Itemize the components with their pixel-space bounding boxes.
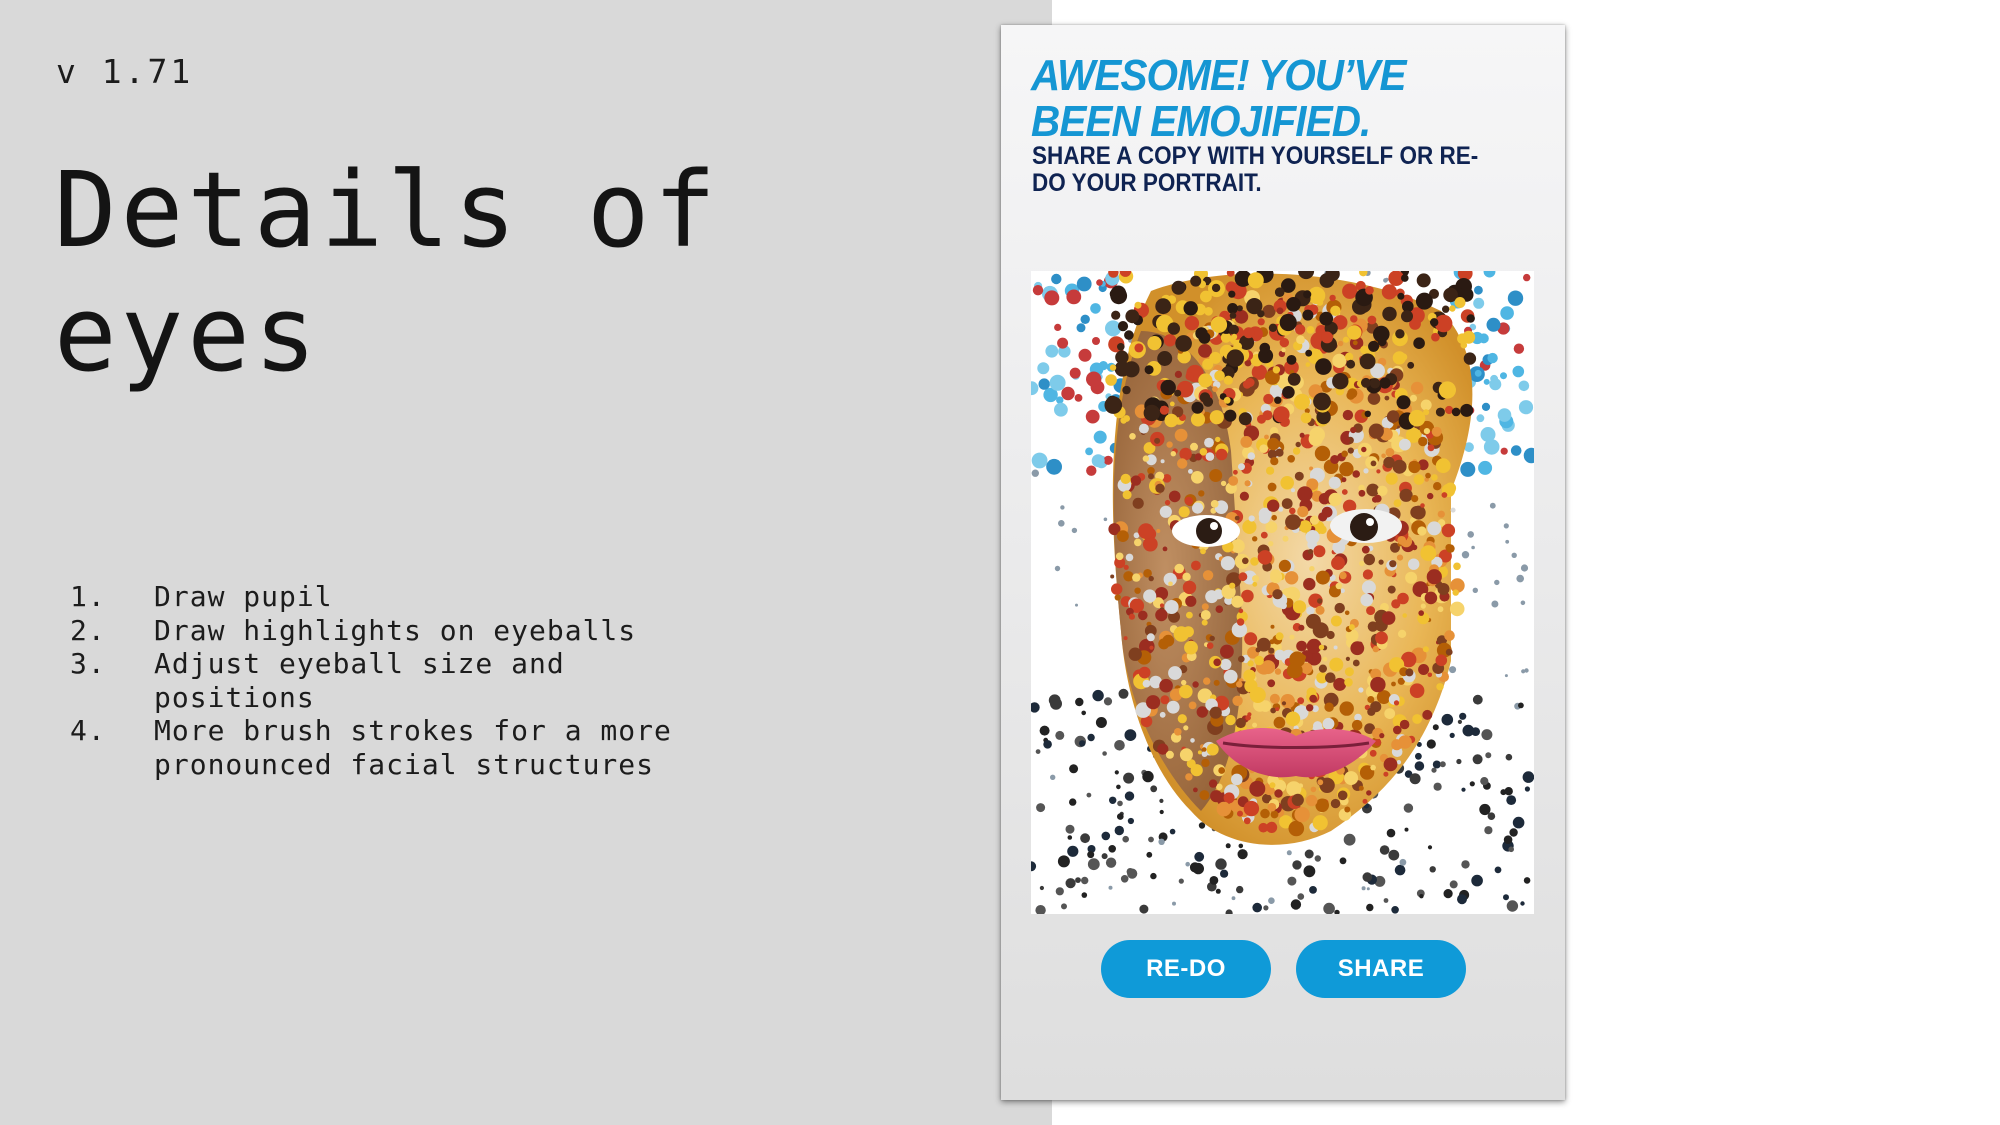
step-text: More brush strokes for a more pronounced… [154, 714, 672, 781]
emoji-mosaic-portrait [1031, 271, 1534, 914]
list-item: 3. Adjust eyeball size and positions [70, 647, 674, 714]
subheadline: SHARE A COPY WITH YOURSELF OR RE-DO YOUR… [1032, 142, 1479, 197]
version-label: v 1.71 [56, 52, 194, 91]
step-number: 3. [70, 647, 106, 680]
step-number: 4. [70, 714, 106, 747]
slide-title: Details of eyes [54, 149, 721, 395]
list-item: 4. More brush strokes for a more pronoun… [70, 714, 674, 781]
steps-list: 1. Draw pupil 2. Draw highlights on eyeb… [70, 580, 674, 781]
step-number: 1. [70, 580, 106, 613]
headline: AWESOME! YOU’VE BEEN EMOJIFIED. [1031, 51, 1407, 146]
step-text: Adjust eyeball size and positions [154, 647, 565, 714]
list-item: 1. Draw pupil [70, 580, 674, 614]
step-number: 2. [70, 613, 106, 647]
portrait-image [1031, 271, 1534, 914]
share-button[interactable]: SHARE [1296, 940, 1466, 998]
list-item: 2. Draw highlights on eyeballs [70, 614, 674, 648]
app-screen: AWESOME! YOU’VE BEEN EMOJIFIED. SHARE A … [1001, 25, 1565, 1100]
step-text: Draw highlights on eyeballs [154, 613, 637, 647]
step-text: Draw pupil [154, 580, 333, 613]
redo-button[interactable]: RE-DO [1101, 940, 1271, 998]
